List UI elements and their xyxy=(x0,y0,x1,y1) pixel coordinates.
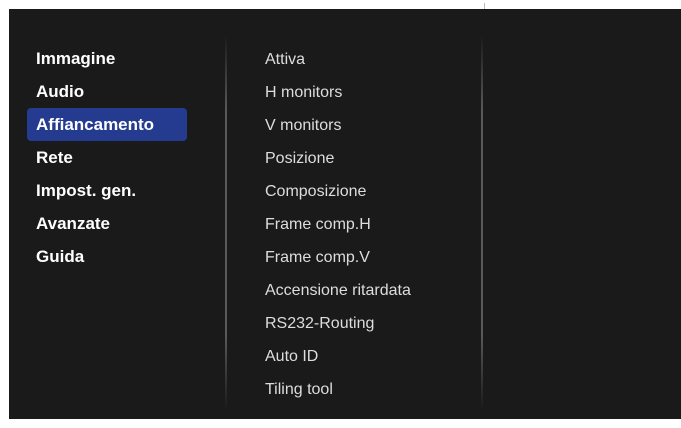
submenu-item-posizione[interactable]: Posizione xyxy=(265,142,475,175)
column-divider-left xyxy=(225,35,227,411)
submenu-item-frame-comp-v[interactable]: Frame comp.V xyxy=(265,241,475,274)
submenu-item-composizione[interactable]: Composizione xyxy=(265,175,475,208)
osd-menu-screen: Immagine Audio Affiancamento Rete Impost… xyxy=(9,9,681,419)
submenu-item-tiling-tool[interactable]: Tiling tool xyxy=(265,373,475,406)
submenu-item-auto-id[interactable]: Auto ID xyxy=(265,340,475,373)
submenu: Attiva H monitors V monitors Posizione C… xyxy=(265,43,475,406)
main-menu: Immagine Audio Affiancamento Rete Impost… xyxy=(27,42,187,273)
main-menu-item-rete[interactable]: Rete xyxy=(27,141,187,174)
submenu-item-v-monitors[interactable]: V monitors xyxy=(265,109,475,142)
submenu-item-accensione-ritardata[interactable]: Accensione ritardata xyxy=(265,274,475,307)
main-menu-item-immagine[interactable]: Immagine xyxy=(27,42,187,75)
submenu-item-h-monitors[interactable]: H monitors xyxy=(265,76,475,109)
main-menu-item-guida[interactable]: Guida xyxy=(27,240,187,273)
main-menu-item-affiancamento[interactable]: Affiancamento xyxy=(27,108,187,141)
main-menu-item-audio[interactable]: Audio xyxy=(27,75,187,108)
column-divider-right xyxy=(481,35,483,411)
submenu-item-attiva[interactable]: Attiva xyxy=(265,43,475,76)
submenu-item-frame-comp-h[interactable]: Frame comp.H xyxy=(265,208,475,241)
main-menu-item-impost-gen[interactable]: Impost. gen. xyxy=(27,174,187,207)
submenu-item-rs232-routing[interactable]: RS232-Routing xyxy=(265,307,475,340)
main-menu-item-avanzate[interactable]: Avanzate xyxy=(27,207,187,240)
